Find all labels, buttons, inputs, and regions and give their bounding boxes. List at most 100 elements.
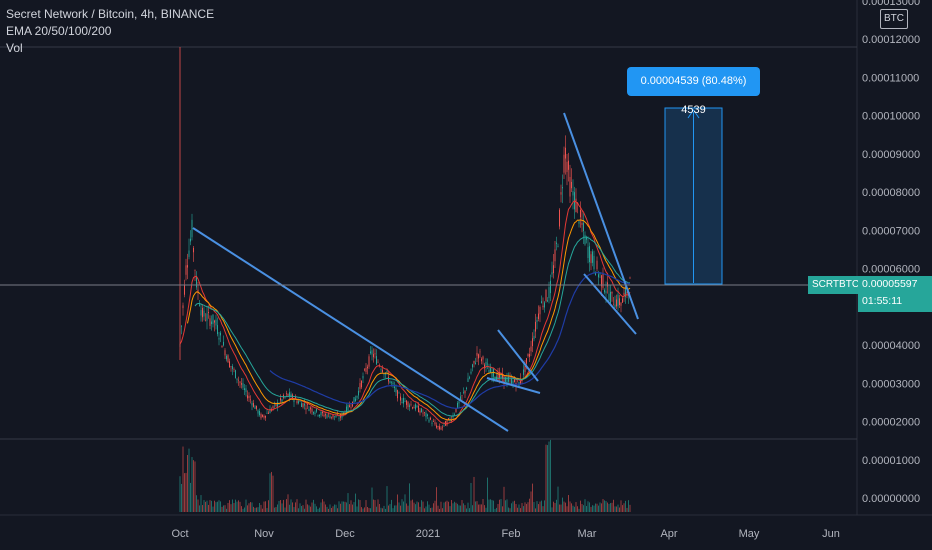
candle-body <box>361 380 362 388</box>
candle-body <box>188 250 190 257</box>
candle-body <box>253 403 254 407</box>
volume-bar <box>244 507 245 512</box>
volume-bar <box>349 504 350 512</box>
candle-body <box>376 356 377 365</box>
volume-bar <box>602 499 604 512</box>
volume-bar <box>311 502 313 512</box>
candle-body <box>268 412 269 414</box>
volume-bar <box>577 506 578 512</box>
volume-bar <box>464 505 466 512</box>
candle-body <box>560 192 562 195</box>
volume-bar <box>565 502 566 512</box>
candle-body <box>359 383 361 389</box>
candle-body <box>181 325 182 327</box>
volume-bar <box>566 506 568 512</box>
volume-bar <box>305 499 307 512</box>
candle-body <box>353 397 355 403</box>
volume-bar <box>352 504 353 512</box>
candle-body <box>532 338 533 347</box>
bar-countdown: 01:55:11 <box>862 295 903 307</box>
candle-body <box>218 337 220 340</box>
volume-bar <box>212 506 214 512</box>
volume-bar <box>448 501 449 512</box>
candle-body <box>433 421 434 422</box>
chart-root[interactable]: 0.00013000 0.00012000 0.00011000 0.00010000… <box>0 0 932 550</box>
volume-label[interactable]: Vol <box>6 40 214 57</box>
candle-body <box>377 361 379 363</box>
candle-body <box>458 401 460 404</box>
price-tick-label: 0.00001000 <box>862 455 920 467</box>
candle-body <box>323 414 325 417</box>
volume-bar <box>181 483 182 512</box>
candle-body <box>583 222 584 232</box>
volume-bar <box>545 444 547 512</box>
volume-bar <box>428 504 430 512</box>
volume-bar <box>611 502 613 512</box>
candle-body <box>254 406 256 409</box>
volume-bar <box>242 508 244 512</box>
price-tick-label: 0.00000000 <box>862 493 920 505</box>
chart-canvas[interactable]: 0.00013000 0.00012000 0.00011000 0.00010000… <box>0 0 932 550</box>
volume-bar <box>544 500 545 512</box>
volume-bar <box>227 502 229 512</box>
volume-bar <box>283 499 284 512</box>
candle-body <box>553 265 554 274</box>
volume-bar <box>629 504 631 512</box>
candle-body <box>335 415 337 418</box>
candle-body <box>431 422 433 424</box>
price-tick-label: 0.00013000 <box>862 0 920 8</box>
candle-body <box>542 305 544 308</box>
candle-body <box>611 291 613 294</box>
candle-body <box>508 376 509 382</box>
candle-body <box>200 309 202 316</box>
candle-body <box>308 408 310 412</box>
candle-body <box>383 373 385 375</box>
volume-bar <box>221 506 223 512</box>
currency-label[interactable]: BTC <box>880 9 908 29</box>
volume-bar <box>520 508 521 512</box>
candle-body <box>244 388 245 391</box>
volume-bar <box>431 507 433 512</box>
volume-bar <box>202 505 203 512</box>
volume-bar <box>281 503 283 512</box>
volume-bar <box>371 487 373 512</box>
volume-bar <box>359 500 361 512</box>
volume-bar <box>601 503 602 512</box>
candle-body <box>386 370 388 373</box>
candle-body <box>248 395 250 399</box>
candle-body <box>446 420 448 426</box>
volume-bar <box>526 503 527 512</box>
trendline-main <box>192 227 509 432</box>
volume-bar <box>517 507 518 512</box>
candle-body <box>619 298 620 305</box>
candle-body <box>578 221 580 224</box>
measure-tooltip[interactable]: 0.00004539 (80.48%) 4539 <box>627 67 760 116</box>
indicator-label[interactable]: EMA 20/50/100/200 <box>6 23 214 40</box>
volume-bar <box>422 501 424 512</box>
candle-body <box>347 404 349 410</box>
volume-bar <box>340 503 341 512</box>
volume-bar <box>253 506 254 512</box>
volume-bar <box>217 501 218 512</box>
volume-bar <box>527 502 529 512</box>
candle-body <box>334 416 335 417</box>
volume-bar <box>446 500 448 512</box>
candle-body <box>286 393 287 395</box>
volume-bar <box>230 504 232 512</box>
volume-bar <box>407 505 409 512</box>
volume-bar <box>179 476 181 512</box>
volume-bar <box>248 503 250 512</box>
volume-bar <box>554 503 556 512</box>
candle-body <box>425 412 427 418</box>
symbol-title[interactable]: Secret Network / Bitcoin, 4h, BINANCE <box>6 6 214 23</box>
candle-body <box>557 246 559 247</box>
volume-bar <box>406 503 407 512</box>
volume-bar <box>373 499 374 512</box>
candle-body <box>238 379 239 381</box>
volume-bar <box>598 505 599 512</box>
candle-body <box>226 355 227 360</box>
volume-bar <box>269 473 271 512</box>
candle-body <box>562 187 563 189</box>
time-tick-label: 2021 <box>416 528 440 540</box>
trendline-flag-bottom <box>486 377 541 394</box>
